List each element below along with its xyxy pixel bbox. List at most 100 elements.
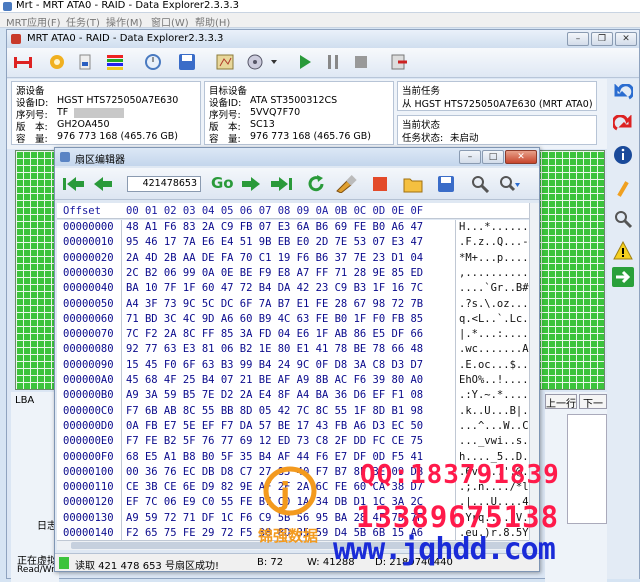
hex-row-ascii[interactable]: *M+...p....7~#.. xyxy=(459,251,529,266)
sector-number-input[interactable]: 421478653 xyxy=(127,176,201,192)
hex-row-ascii[interactable]: ..._vwi..s./...u xyxy=(459,434,529,449)
inner-minimize-button[interactable]: – xyxy=(567,32,589,46)
hex-row-ascii[interactable]: ...^...W..C....P xyxy=(459,419,529,434)
forward-arrow-icon[interactable] xyxy=(612,267,634,287)
disk-dropdown-icon[interactable] xyxy=(243,51,283,73)
hex-row[interactable]: 000000D0 0A FB E7 5E EF F7 DA 57 BE 17 43… xyxy=(57,419,529,434)
inner-restore-button[interactable]: ❐ xyxy=(591,32,613,46)
hex-row-ascii[interactable]: .F.z..Q...-~S..G xyxy=(459,235,529,250)
warning-icon[interactable] xyxy=(613,241,633,261)
hex-row-ascii[interactable]: q.<L..`.Lc...... xyxy=(459,312,529,327)
hex-row-ascii[interactable]: |.*...:........f xyxy=(459,327,529,342)
hex-row-bytes[interactable]: 2C B2 06 99 0A 0E BE F9 E8 A7 FF 71 28 9… xyxy=(126,266,423,281)
settings-gear-icon[interactable] xyxy=(45,51,69,73)
hex-row-ascii[interactable]: .k..U...B|.U.... xyxy=(459,404,529,419)
menu-task[interactable]: 任务(T) xyxy=(66,14,100,29)
tools-icon[interactable] xyxy=(73,51,97,73)
next-row-button[interactable]: 下一 xyxy=(579,394,607,410)
hex-row[interactable]: 00000080 92 77 63 E3 81 06 B2 1E 80 E1 41… xyxy=(57,342,529,357)
hex-row-ascii[interactable]: .?s.\.oz...(g.r{ xyxy=(459,297,529,312)
search-icon[interactable] xyxy=(471,175,489,193)
exit-icon[interactable] xyxy=(387,51,411,73)
hex-row-bytes[interactable]: BA 10 7F 1F 60 47 72 B4 DA 42 23 C9 B3 1… xyxy=(126,281,423,296)
hex-row[interactable]: 00000010 95 46 17 7A E6 E4 51 9B EB E0 2D… xyxy=(57,235,529,250)
editor-status-text: 读取 421 478 653 号扇区成功! xyxy=(75,561,219,572)
hex-row-bytes[interactable]: F7 FE B2 5F 76 77 69 12 ED 73 C8 2F DD F… xyxy=(126,434,423,449)
watermark-qq: QQ:183791839 xyxy=(360,460,560,490)
prev-row-button[interactable]: 上一行 xyxy=(545,394,577,410)
hex-row-bytes[interactable]: 92 77 63 E3 81 06 B2 1E 80 E1 41 78 BE 7… xyxy=(126,342,423,357)
info-icon[interactable] xyxy=(613,145,633,165)
hex-row[interactable]: 00000090 15 45 F0 6F 63 B3 99 B4 24 9C 0F… xyxy=(57,358,529,373)
next-sector-icon[interactable] xyxy=(241,176,261,192)
play-icon[interactable] xyxy=(293,51,317,73)
tool-icon[interactable] xyxy=(613,209,633,229)
svg-text:j: j xyxy=(279,477,290,512)
hex-row-bytes[interactable]: 95 46 17 7A E6 E4 51 9B EB E0 2D 7E 53 0… xyxy=(126,235,423,250)
hex-row-ascii[interactable]: H...*...... xyxy=(459,220,529,235)
editor-close-button[interactable]: ✕ xyxy=(505,150,537,164)
prev-sector-icon[interactable] xyxy=(93,176,113,192)
hex-row-bytes[interactable]: F7 6B AB 8C 55 BB 8D 05 42 7C 8C 55 1F 8… xyxy=(126,404,423,419)
hex-row[interactable]: 00000070 7C F2 2A 8C FF 85 3A FD 04 E6 1F… xyxy=(57,327,529,342)
redo-red-icon[interactable] xyxy=(613,115,633,135)
hex-row[interactable]: 00000000 48 A1 F6 83 2A C9 FB 07 E3 6A B6… xyxy=(57,220,529,235)
target-device-group: 目标设备 设备ID: ATA ST3500312CS 序列号: 5VVQ7F70… xyxy=(204,81,394,145)
hex-row[interactable]: 000000E0 F7 FE B2 5F 76 77 69 12 ED 73 C8… xyxy=(57,434,529,449)
hex-row-ascii[interactable]: .E.oc...$...:... xyxy=(459,358,529,373)
last-sector-icon[interactable] xyxy=(271,176,293,192)
hex-row-bytes[interactable]: A4 3F 73 9C 5C DC 6F 7A B7 E1 FE 28 67 9… xyxy=(126,297,423,312)
menu-window[interactable]: 窗口(W) xyxy=(151,14,189,29)
hex-row[interactable]: 000000A0 45 68 4F 25 B4 07 21 BE AF A9 8B… xyxy=(57,373,529,388)
save-disk-icon[interactable] xyxy=(175,51,199,73)
hex-row[interactable]: 000000C0 F7 6B AB 8C 55 BB 8D 05 42 7C 8C… xyxy=(57,404,529,419)
pause-icon[interactable] xyxy=(321,51,345,73)
stop-icon[interactable] xyxy=(349,51,373,73)
stop-red-icon[interactable] xyxy=(373,177,387,191)
go-button[interactable]: Go xyxy=(211,174,234,192)
first-sector-icon[interactable] xyxy=(63,176,85,192)
clear-brush-icon[interactable] xyxy=(335,175,357,193)
outer-menu-bar: MRT应用(F) 任务(T) 操作(M) 窗口(W) 帮助(H) xyxy=(0,13,640,29)
open-folder-icon[interactable] xyxy=(403,175,423,193)
hex-row-bytes[interactable]: 15 45 F0 6F 63 B3 99 B4 24 9C 0F D8 3A C… xyxy=(126,358,423,373)
hex-row[interactable]: 00000040 BA 10 7F 1F 60 47 72 B4 DA 42 23… xyxy=(57,281,529,296)
hex-row[interactable]: 00000050 A4 3F 73 9C 5C DC 6F 7A B7 E1 FE… xyxy=(57,297,529,312)
lba-label: LBA xyxy=(15,395,35,406)
menu-mrt-app[interactable]: MRT应用(F) xyxy=(6,14,61,29)
hex-row-offset: 00000000 xyxy=(63,221,114,233)
hex-row-bytes[interactable]: 71 BD 3C 4C 9D A6 60 B9 4C 63 FE B0 1F F… xyxy=(126,312,423,327)
search-next-icon[interactable] xyxy=(499,175,521,193)
source-serial: TF xyxy=(57,107,69,118)
undo-blue-icon[interactable] xyxy=(613,84,633,104)
refresh-icon[interactable] xyxy=(307,175,325,193)
hex-row-ascii[interactable]: ....`Gr..B#....| xyxy=(459,281,529,296)
editor-maximize-button[interactable]: □ xyxy=(482,150,504,164)
hex-row[interactable]: 00000030 2C B2 06 99 0A 0E BE F9 E8 A7 FF… xyxy=(57,266,529,281)
hex-row-bytes[interactable]: A9 3A 59 B5 7E D2 2A E4 8F A4 BA 36 D6 E… xyxy=(126,388,423,403)
editor-minimize-button[interactable]: – xyxy=(459,150,481,164)
hex-row-ascii[interactable]: .:Y.~.*....6.... xyxy=(459,388,529,403)
hex-row-ascii[interactable]: EhO%..!......9.. xyxy=(459,373,529,388)
hex-row-ascii[interactable]: .wc.......Ax.xfH xyxy=(459,342,529,357)
hex-row[interactable]: 000000B0 A9 3A 59 B5 7E D2 2A E4 8F A4 BA… xyxy=(57,388,529,403)
hex-row-bytes[interactable]: 2A 4D 2B AA DE FA 70 C1 19 F6 B6 37 7E 2… xyxy=(126,251,423,266)
connect-icon[interactable] xyxy=(11,51,35,73)
menu-operation[interactable]: 操作(M) xyxy=(106,14,142,29)
status-b-value: B: 72 xyxy=(257,557,284,568)
hex-row-bytes[interactable]: 0A FB E7 5E EF F7 DA 57 BE 17 43 FB A6 D… xyxy=(126,419,423,434)
hex-row[interactable]: 00000060 71 BD 3C 4C 9D A6 60 B9 4C 63 FE… xyxy=(57,312,529,327)
hex-row-bytes[interactable]: 7C F2 2A 8C FF 85 3A FD 04 E6 1F AB 86 E… xyxy=(126,327,423,342)
inner-close-button[interactable]: ✕ xyxy=(615,32,637,46)
hex-row[interactable]: 00000020 2A 4D 2B AA DE FA 70 C1 19 F6 B6… xyxy=(57,251,529,266)
timer-icon[interactable] xyxy=(141,51,165,73)
hex-row-bytes[interactable]: 45 68 4F 25 B4 07 21 BE AF A9 8B AC F6 3… xyxy=(126,373,423,388)
map-icon[interactable] xyxy=(213,51,237,73)
hex-row-ascii[interactable]: ,..........q(... xyxy=(459,266,529,281)
editor-save-icon[interactable] xyxy=(437,175,455,193)
wrench-icon[interactable] xyxy=(613,179,633,199)
task-text: 从 HGST HTS725050A7E630 (MRT ATA0) 镜像到 A xyxy=(402,99,594,110)
color-bars-icon[interactable] xyxy=(103,51,127,73)
hex-row-bytes[interactable]: 48 A1 F6 83 2A C9 FB 07 E3 6A B6 69 FE B… xyxy=(126,220,423,235)
menu-help[interactable]: 帮助(H) xyxy=(195,14,230,29)
